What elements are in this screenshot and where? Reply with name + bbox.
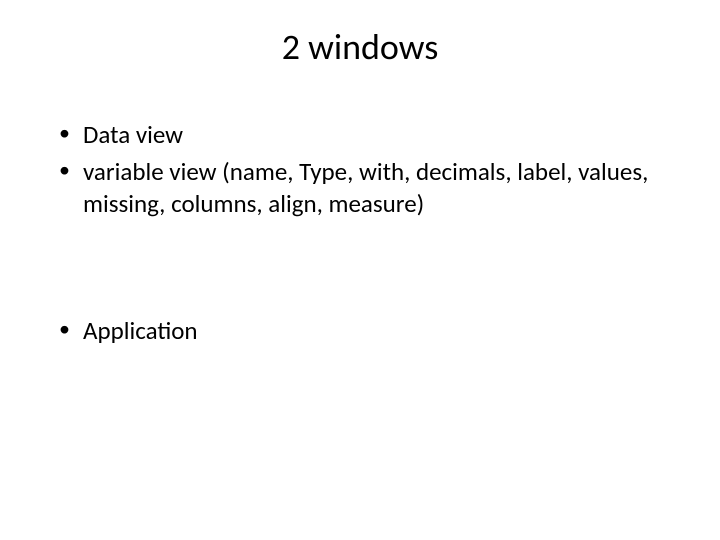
bullet-list: Data view variable view (name, Type, wit… [55, 119, 665, 221]
bullet-item-application: Application [55, 315, 665, 348]
spacer [55, 225, 665, 315]
slide-title: 2 windows [55, 25, 665, 69]
bullet-list-secondary: Application [55, 315, 665, 348]
bullet-item-data-view: Data view [55, 119, 665, 152]
bullet-item-variable-view: variable view (name, Type, with, decimal… [55, 156, 665, 221]
